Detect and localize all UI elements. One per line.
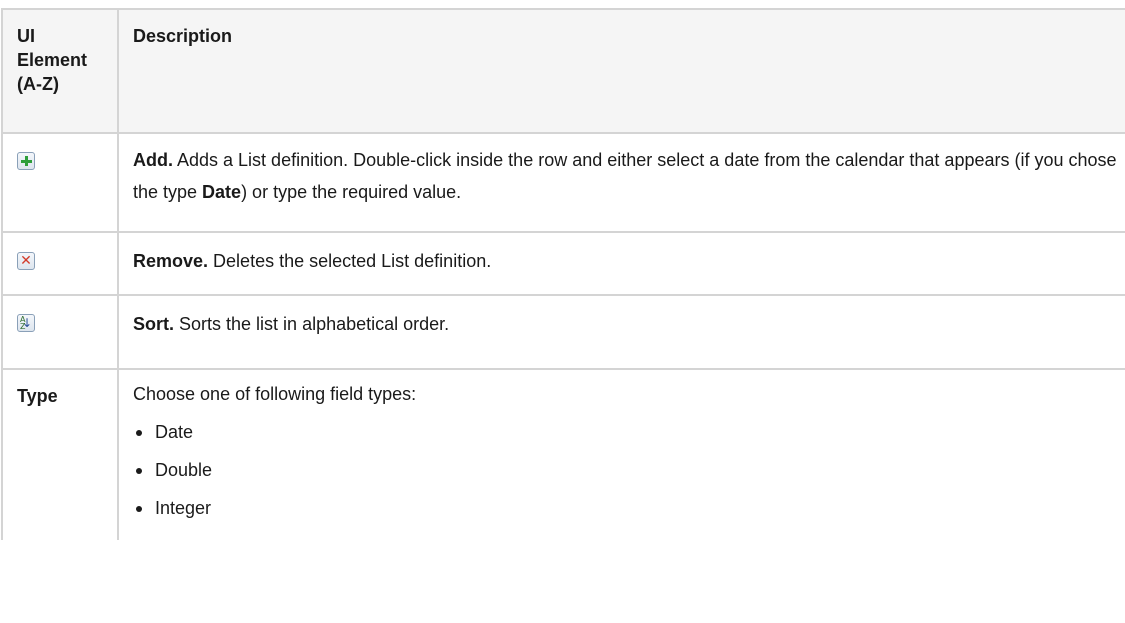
list-item: Integer (133, 492, 1125, 530)
table-row-add: Add. Adds a List definition. Double-clic… (1, 134, 1125, 233)
term-add: Add. (133, 150, 173, 170)
table-row-type: Type Choose one of following field types… (1, 370, 1125, 540)
desc-add-bold-date: Date (202, 182, 242, 202)
description-remove: Remove. Deletes the selected List defini… (119, 233, 1125, 294)
header-ui-element-line-2: Element (17, 50, 88, 70)
cell-sort-icon: A Z ↓ (1, 296, 119, 368)
table-row-remove: ✕ Remove. Deletes the selected List defi… (1, 233, 1125, 296)
description-type: Choose one of following field types: Dat… (119, 370, 1125, 540)
list-item: Date (133, 416, 1125, 454)
sort-icon: A Z ↓ (17, 314, 35, 332)
ui-elements-table: UI Element (A-Z) Description Add. Adds a… (1, 8, 1125, 540)
header-ui-element-line-3: (A-Z) (17, 74, 59, 94)
desc-remove-text: Deletes the selected List definition. (208, 251, 492, 271)
cell-remove-icon: ✕ (1, 233, 119, 294)
desc-add-text-2: ) or type the required value. (241, 182, 462, 202)
type-intro: Choose one of following field types: (133, 384, 417, 404)
remove-icon: ✕ (17, 252, 35, 270)
desc-sort-text: Sorts the list in alphabetical order. (174, 314, 450, 334)
term-sort: Sort. (133, 314, 175, 334)
cell-add-icon (1, 134, 119, 231)
header-description: Description (133, 26, 233, 46)
term-remove: Remove. (133, 251, 209, 271)
table-header-row: UI Element (A-Z) Description (1, 10, 1125, 134)
header-ui-element: UI Element (A-Z) (1, 10, 119, 132)
description-add: Add. Adds a List definition. Double-clic… (119, 134, 1125, 231)
add-icon (17, 152, 35, 170)
list-item: Double (133, 454, 1125, 492)
description-sort: Sort. Sorts the list in alphabetical ord… (119, 296, 1125, 368)
type-label: Type (1, 370, 119, 540)
type-options-list: Date Double Integer (133, 416, 1125, 530)
table-row-sort: A Z ↓ Sort. Sorts the list in alphabetical… (1, 296, 1125, 370)
header-ui-element-line-1: UI (17, 26, 35, 46)
